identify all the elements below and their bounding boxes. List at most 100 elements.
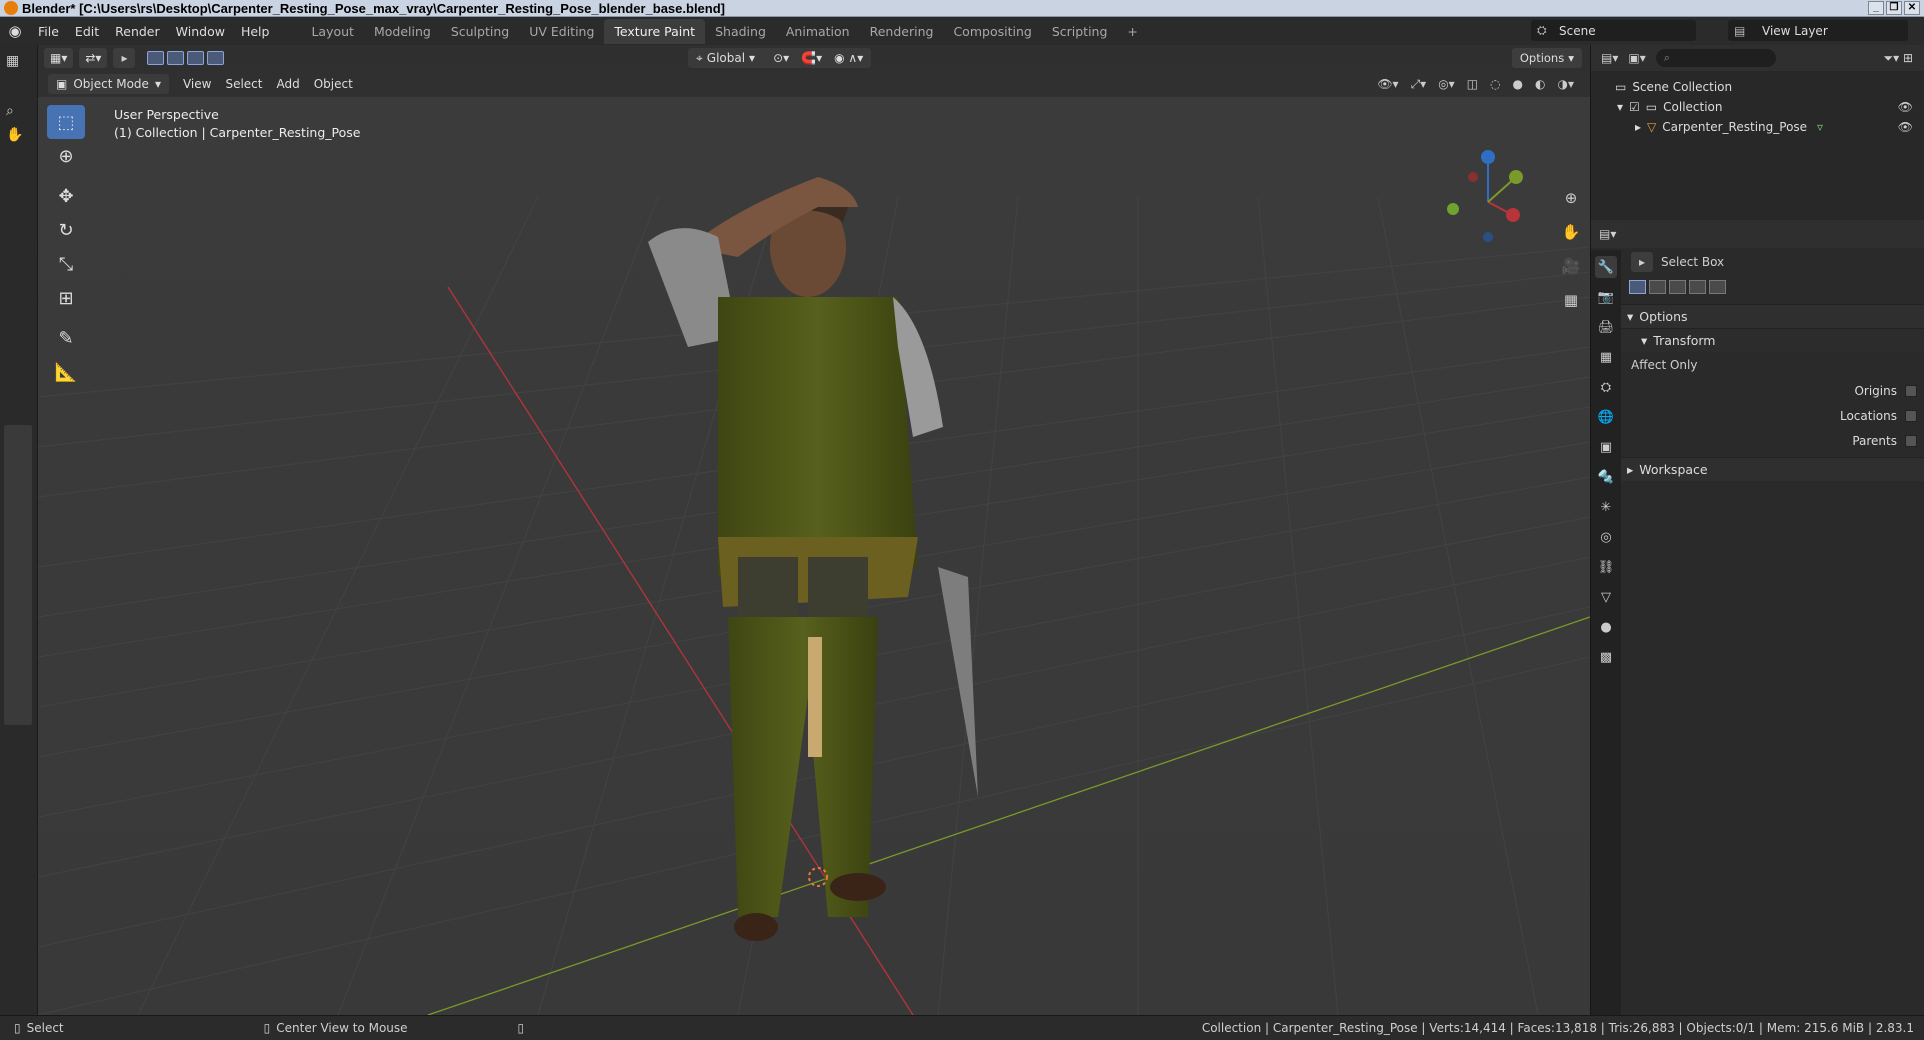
outliner-editor-icon[interactable]: ▤▾ <box>1601 51 1618 65</box>
hand-icon[interactable]: ✋ <box>1558 219 1584 245</box>
viewport-menu-view[interactable]: View <box>183 77 211 91</box>
menu-file[interactable]: File <box>30 24 67 39</box>
camera-icon[interactable]: 🎥 <box>1558 253 1584 279</box>
parents-row[interactable]: Parents <box>1621 428 1924 453</box>
material-shading-icon[interactable]: ◐ <box>1535 77 1545 92</box>
options-section[interactable]: ▾ Options <box>1621 304 1924 328</box>
viewport-scene[interactable] <box>38 97 1590 1015</box>
menu-render[interactable]: Render <box>107 24 168 39</box>
checkbox-icon[interactable]: ☑ <box>1629 100 1640 114</box>
select-subtract-icon[interactable] <box>187 51 205 65</box>
select-extend-icon[interactable] <box>167 51 185 65</box>
select-box-icon[interactable]: ▸ <box>113 48 136 68</box>
select-new-icon[interactable] <box>1629 280 1646 294</box>
transform-orientation-dropdown[interactable]: ⌖ Global ▾ ⊙▾ 🧲▾ ◉ ∧▾ <box>688 48 872 68</box>
wireframe-shading-icon[interactable]: ◌ <box>1490 77 1500 92</box>
pivot-icon[interactable]: ⊙▾ <box>773 51 789 65</box>
parents-checkbox[interactable] <box>1905 434 1917 447</box>
physics-tab-icon[interactable]: ◎ <box>1595 526 1617 548</box>
display-mode-icon[interactable]: ▣▾ <box>1628 51 1645 65</box>
scale-icon[interactable]: ⤡ <box>47 247 85 281</box>
menu-help[interactable]: Help <box>233 24 278 39</box>
overlay-icon[interactable]: ◎▾ <box>1438 77 1455 92</box>
rotate-icon[interactable]: ↻ <box>47 213 85 247</box>
world-tab-icon[interactable]: 🌐 <box>1595 406 1617 428</box>
outliner-row-collection[interactable]: ▾ ☑ ▭ Collection 👁 <box>1591 97 1924 117</box>
chevron-down-icon[interactable]: ▾ <box>1617 100 1623 114</box>
particles-tab-icon[interactable]: ✳ <box>1595 496 1617 518</box>
gizmo-icon[interactable]: ⤢▾ <box>1411 77 1427 92</box>
close-button[interactable]: ✕ <box>1904 1 1920 15</box>
options-dropdown[interactable]: Options ▾ <box>1511 48 1582 68</box>
view-layer-selector[interactable]: ▤ View Layer <box>1728 20 1908 41</box>
viewport-menu-select[interactable]: Select <box>225 77 262 91</box>
view-layer-tab-icon[interactable]: ▦ <box>1595 346 1617 368</box>
outliner-search-input[interactable]: ⌕ <box>1655 49 1776 67</box>
tab-animation[interactable]: Animation <box>776 19 860 44</box>
scene-selector[interactable]: ⛭ Scene <box>1531 20 1696 41</box>
tab-shading[interactable]: Shading <box>705 19 776 44</box>
outliner-row-scene-collection[interactable]: ▭ Scene Collection <box>1591 77 1924 97</box>
tab-uv-editing[interactable]: UV Editing <box>519 19 604 44</box>
measure-icon[interactable]: 📐 <box>47 355 85 389</box>
add-workspace-button[interactable]: + <box>1117 19 1147 44</box>
blender-menu-icon[interactable]: ◉ <box>0 22 30 40</box>
proportional-edit-icon[interactable]: ◉ ∧▾ <box>834 51 863 65</box>
hand-tool-icon[interactable]: ✋ <box>6 127 37 143</box>
select-subtract-icon[interactable] <box>1669 280 1686 294</box>
texture-tab-icon[interactable]: ▩ <box>1595 646 1617 668</box>
xray-icon[interactable]: ◫ <box>1467 77 1478 92</box>
select-new-icon[interactable] <box>147 51 165 65</box>
eye-icon[interactable]: 👁 <box>1898 120 1913 134</box>
select-extend-icon[interactable] <box>1649 280 1666 294</box>
select-intersect-icon[interactable] <box>1709 280 1726 294</box>
solid-shading-icon[interactable]: ● <box>1513 77 1523 92</box>
menu-edit[interactable]: Edit <box>67 24 107 39</box>
object-interaction-button[interactable]: ⇄▾ <box>79 48 108 68</box>
zoom-icon[interactable]: ⊕ <box>1558 185 1584 211</box>
selection-mode-icons[interactable] <box>1621 280 1924 294</box>
grid-icon[interactable]: ▦ <box>1558 287 1584 313</box>
origins-checkbox[interactable] <box>1905 384 1917 397</box>
select-intersect-icon[interactable] <box>207 51 225 65</box>
tab-sculpting[interactable]: Sculpting <box>441 19 519 44</box>
menu-window[interactable]: Window <box>168 24 233 39</box>
viewport-menu-add[interactable]: Add <box>276 77 299 91</box>
tab-compositing[interactable]: Compositing <box>943 19 1041 44</box>
filter-icon[interactable]: ⏷▾ ⊞ <box>1884 51 1914 66</box>
render-tab-icon[interactable]: 📷 <box>1595 286 1617 308</box>
transform-icon[interactable]: ⊞ <box>47 281 85 315</box>
locations-row[interactable]: Locations <box>1621 403 1924 428</box>
chevron-right-icon[interactable]: ▸ <box>1635 120 1641 134</box>
select-invert-icon[interactable] <box>1689 280 1706 294</box>
tab-layout[interactable]: Layout <box>301 19 364 44</box>
tab-texture-paint[interactable]: Texture Paint <box>604 18 706 44</box>
editor-type-icon[interactable]: ▦ <box>6 53 37 69</box>
editor-type-button[interactable]: ▦▾ <box>44 48 74 68</box>
tab-rendering[interactable]: Rendering <box>860 19 944 44</box>
scroll-strip[interactable] <box>4 425 32 725</box>
selection-mode-icons[interactable] <box>147 51 225 65</box>
constraints-tab-icon[interactable]: ⛓ <box>1595 556 1617 578</box>
data-tab-icon[interactable]: ▽ <box>1595 586 1617 608</box>
locations-checkbox[interactable] <box>1905 409 1917 422</box>
output-tab-icon[interactable]: 🖨 <box>1595 316 1617 338</box>
tab-scripting[interactable]: Scripting <box>1042 19 1118 44</box>
zoom-tool-icon[interactable]: ⌕ <box>6 103 37 119</box>
transform-subsection[interactable]: ▾ Transform <box>1621 328 1924 352</box>
material-tab-icon[interactable]: ● <box>1595 616 1617 638</box>
modifier-tab-icon[interactable]: 🔩 <box>1595 466 1617 488</box>
mode-dropdown[interactable]: ▣ Object Mode ▾ <box>48 74 169 94</box>
viewport-menu-object[interactable]: Object <box>314 77 353 91</box>
cursor-icon[interactable]: ⊕ <box>47 139 85 173</box>
rendered-shading-icon[interactable]: ◑▾ <box>1558 77 1575 92</box>
move-icon[interactable]: ✥ <box>47 179 85 213</box>
annotate-icon[interactable]: ✎ <box>47 321 85 355</box>
select-box-icon[interactable]: ⬚ <box>47 105 85 139</box>
minimize-button[interactable]: _ <box>1868 1 1884 15</box>
visibility-icon[interactable]: 👁▾ <box>1377 77 1398 92</box>
outliner-row-object[interactable]: ▸ ▽ Carpenter_Resting_Pose ▿ 👁 <box>1591 117 1924 137</box>
snap-icon[interactable]: 🧲▾ <box>801 51 822 65</box>
object-tab-icon[interactable]: ▣ <box>1595 436 1617 458</box>
3d-viewport[interactable]: ▦▾ ⇄▾ ▸ ⌖ Global ▾ ⊙▾ 🧲▾ ◉ ∧▾ Options ▾ … <box>38 45 1590 1015</box>
